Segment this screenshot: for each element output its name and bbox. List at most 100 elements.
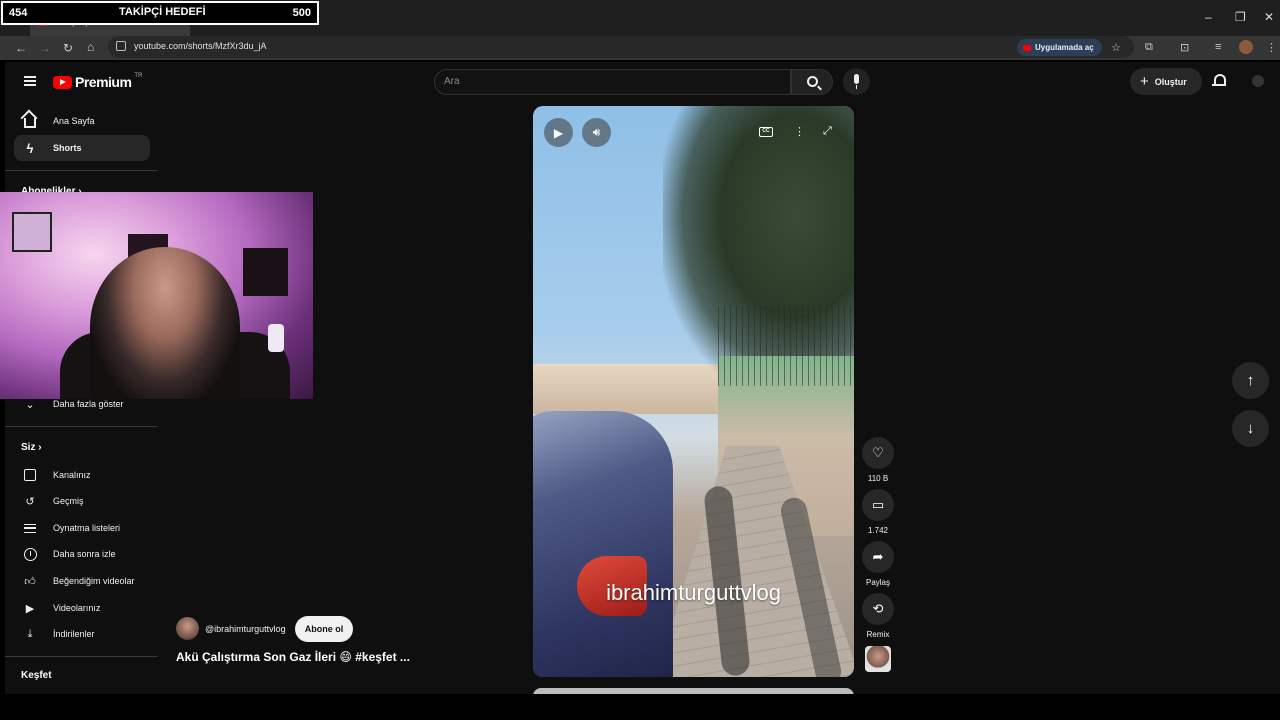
sound-thumbnail[interactable] <box>865 646 891 672</box>
reload-icon[interactable]: ↻ <box>63 41 73 55</box>
close-window-icon[interactable]: ✕ <box>1264 10 1274 24</box>
minimize-icon[interactable]: – <box>1205 10 1212 24</box>
sidebar-divider <box>5 170 158 171</box>
share-icon: ➦ <box>872 549 884 564</box>
play-button[interactable]: ▶ <box>544 118 573 147</box>
youtube-app-icon <box>1023 44 1031 51</box>
heart-icon: ♡ <box>872 445 884 460</box>
plus-icon: + <box>1140 73 1149 90</box>
search-input[interactable] <box>434 69 791 95</box>
bottom-letterbox <box>0 694 1280 720</box>
screenshot-icon[interactable]: ⊡ <box>1180 41 1189 54</box>
home-button-icon[interactable]: ⌂ <box>87 40 94 54</box>
extensions-icon[interactable]: ⧉ <box>1145 41 1153 54</box>
arrow-up-icon: ↑ <box>1246 372 1255 389</box>
short-title[interactable]: Akü Çalıştırma Son Gaz İleri 😄 #keşfet .… <box>176 650 410 664</box>
sidebar-explore-heading: Keşfet <box>21 670 52 681</box>
open-in-app-label: Uygulamada aç <box>1035 43 1094 52</box>
desk-light <box>268 324 284 352</box>
subscribe-button[interactable]: Abone ol <box>295 616 353 642</box>
open-in-app-button[interactable]: Uygulamada aç <box>1017 39 1102 56</box>
logo-region: TR <box>134 73 143 79</box>
sidebar-item-liked-videos[interactable]: 👍︎ Beğendiğim videolar <box>14 568 150 594</box>
remix-button[interactable]: ⟲ <box>862 593 894 625</box>
arrow-down-icon: ↓ <box>1246 420 1255 437</box>
background-screen <box>243 248 288 296</box>
sidebar-item-label: Geçmiş <box>53 496 84 506</box>
voice-search-button[interactable] <box>843 68 870 95</box>
sidebar-item-label: Shorts <box>53 143 82 153</box>
liked-icon: 👍︎ <box>24 575 36 588</box>
fullscreen-icon[interactable]: ⤢ <box>823 125 832 138</box>
sidebar-item-playlists[interactable]: Oynatma listeleri <box>14 515 150 541</box>
search-placeholder: Ara <box>444 76 460 87</box>
browser-profile-avatar[interactable] <box>1239 40 1253 54</box>
more-options-icon[interactable]: ⋮ <box>794 125 805 138</box>
sidebar-item-label: Oynatma listeleri <box>53 523 121 533</box>
video-fence <box>718 306 854 386</box>
remix-label: Remix <box>866 630 890 639</box>
sidebar-item-watch-later[interactable]: Daha sonra izle <box>14 541 150 567</box>
follower-current-count: 454 <box>9 7 28 19</box>
follower-goal-title: TAKİPÇİ HEDEFİ <box>119 6 206 18</box>
shorts-video-player[interactable]: ibrahimturguttvlog <box>533 106 854 677</box>
sidebar-item-your-channel[interactable]: Kanalınız <box>14 462 150 488</box>
remix-icon: ⟲ <box>872 601 884 616</box>
downloads-icon: ⤓ <box>27 627 33 640</box>
home-icon <box>23 114 37 128</box>
play-icon: ▶ <box>553 125 564 140</box>
youtube-premium-logo[interactable]: Premium TR <box>53 73 143 90</box>
watch-later-icon <box>23 547 37 561</box>
next-short-button[interactable]: ↓ <box>1232 410 1269 447</box>
sidebar-divider <box>5 426 158 427</box>
comments-button[interactable]: ▭ <box>862 489 894 521</box>
sidebar-item-your-videos[interactable]: ▶ Videolarınız <box>14 595 150 621</box>
sidebar-item-label: Daha fazla göster <box>53 399 124 409</box>
hamburger-menu-icon[interactable] <box>24 76 36 86</box>
sidebar-item-history[interactable]: ↺ Geçmiş <box>14 488 150 514</box>
bookmark-star-icon[interactable]: ☆ <box>1111 41 1121 54</box>
create-button[interactable]: + Oluştur <box>1130 68 1202 95</box>
captions-icon[interactable]: CC <box>759 127 773 137</box>
maximize-icon[interactable]: ❐ <box>1235 10 1246 24</box>
sidebar-item-label: Kanalınız <box>53 470 91 480</box>
sidebar-item-label: Daha sonra izle <box>53 549 116 559</box>
streamer-webcam-overlay <box>0 192 313 399</box>
history-icon: ↺ <box>25 495 35 508</box>
sidebar-item-label: Videolarınız <box>53 603 101 613</box>
follower-goal-overlay: 454 TAKİPÇİ HEDEFİ 500 <box>1 1 319 25</box>
share-label: Paylaş <box>865 578 890 587</box>
like-button[interactable]: ♡ <box>862 437 894 469</box>
sidebar-item-shorts[interactable]: ϟ Shorts <box>14 135 150 161</box>
channel-handle[interactable]: @ibrahimturguttvlog <box>205 624 286 634</box>
mute-button[interactable]: 🔊︎ <box>582 118 611 147</box>
sidebar-item-downloads[interactable]: ⤓ İndirilenler <box>14 621 150 647</box>
url-text[interactable]: youtube.com/shorts/MzfXr3du_jA <box>134 41 267 51</box>
youtube-play-logo-icon <box>53 75 72 89</box>
search-button[interactable] <box>791 69 833 95</box>
sidebar-item-label: Beğendiğim videolar <box>53 576 135 586</box>
sidebar-item-label: İndirilenler <box>53 629 95 639</box>
site-info-icon[interactable] <box>116 41 126 51</box>
comment-icon: ▭ <box>871 497 885 512</box>
comment-count: 1.742 <box>867 526 889 535</box>
channel-icon <box>23 468 37 482</box>
forward-arrow-icon[interactable]: → <box>39 41 51 55</box>
playlists-icon <box>23 521 37 535</box>
back-arrow-icon[interactable]: ← <box>15 41 27 55</box>
channel-avatar[interactable] <box>176 617 199 640</box>
account-avatar[interactable] <box>1252 75 1264 87</box>
wall-art-frame <box>12 212 52 252</box>
previous-short-button[interactable]: ↑ <box>1232 362 1269 399</box>
video-car <box>533 411 673 677</box>
browser-menu-icon[interactable]: ⋮ <box>1266 41 1277 54</box>
like-count: 110 B <box>867 474 889 483</box>
share-button[interactable]: ➦ <box>862 541 894 573</box>
notifications-bell-icon[interactable] <box>1212 73 1226 87</box>
your-videos-icon: ▶ <box>25 602 35 615</box>
sidebar-you-heading[interactable]: Siz › <box>21 442 42 453</box>
media-controls-icon[interactable]: ≡ <box>1215 41 1221 53</box>
sidebar-item-home[interactable]: Ana Sayfa <box>14 108 150 134</box>
sidebar-divider <box>5 656 158 657</box>
create-label: Oluştur <box>1154 76 1187 87</box>
